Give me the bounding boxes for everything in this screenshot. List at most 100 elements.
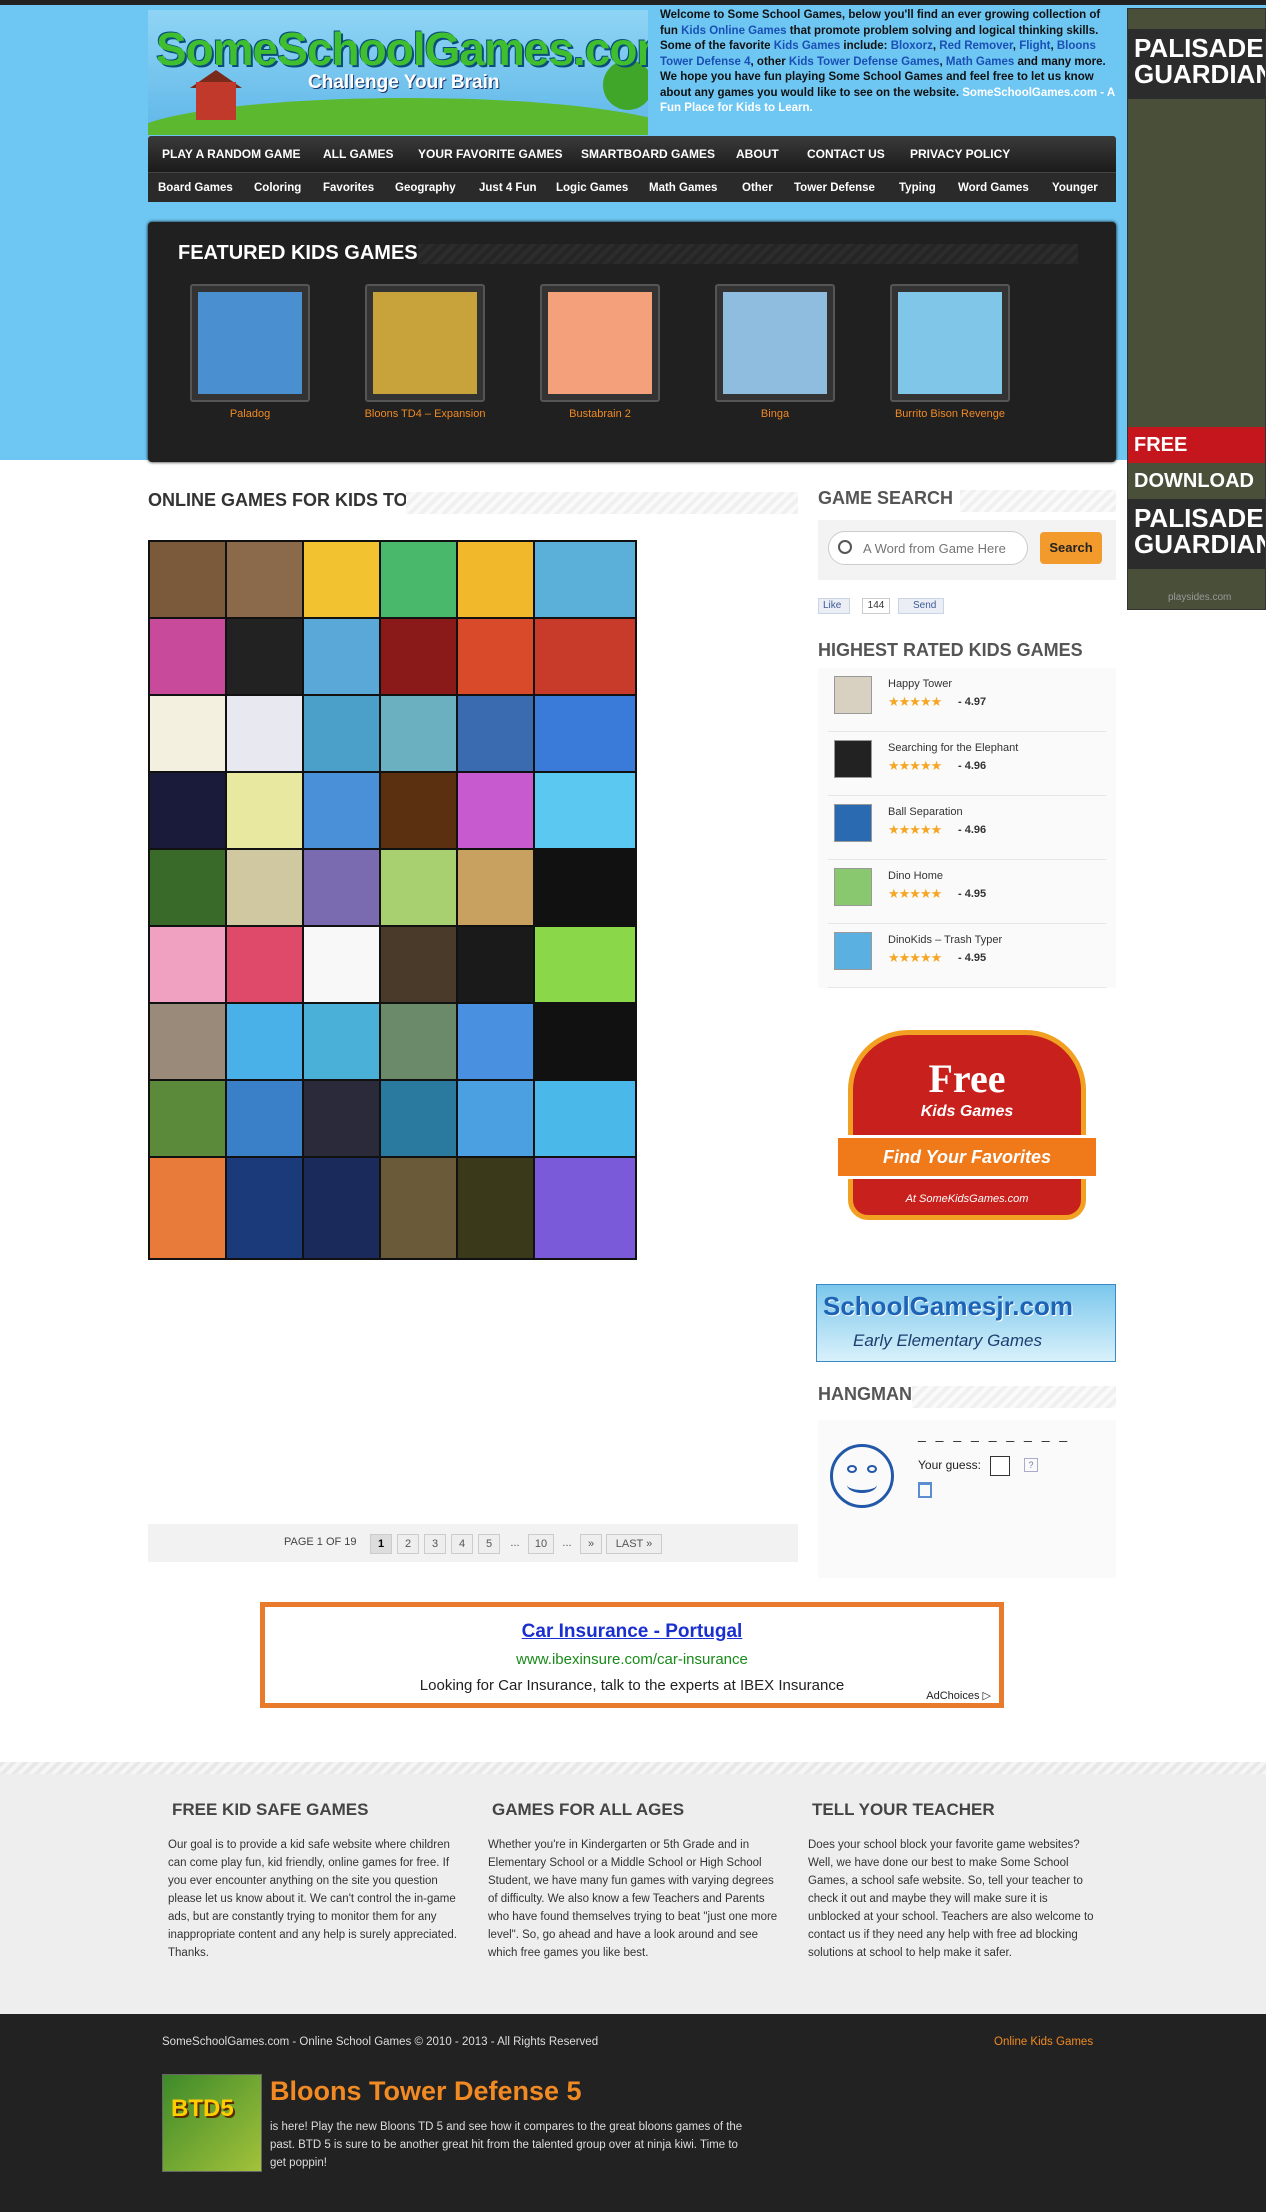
page-indicator: PAGE 1 OF 19 (284, 1536, 357, 1548)
game-thumbnail[interactable] (533, 1156, 637, 1260)
rated-thumbnail[interactable] (834, 740, 872, 778)
featured-label[interactable]: Binga (695, 408, 855, 420)
featured-title: FEATURED KIDS GAMES (178, 242, 418, 264)
cat-other[interactable]: Other (742, 173, 773, 203)
rated-item[interactable]: Dino Home ★★★★★ - 4.95 (828, 860, 1106, 924)
featured-label[interactable]: Bloons TD4 – Expansion (345, 408, 505, 420)
footer-column-body: Whether you're in Kindergarten or 5th Gr… (488, 1839, 778, 1959)
ad-url[interactable]: www.ibexinsure.com/car-insurance (265, 1651, 999, 1668)
cat-geography[interactable]: Geography (395, 173, 456, 203)
featured-item[interactable]: Bustabrain 2 (520, 284, 680, 420)
cat-coloring[interactable]: Coloring (254, 173, 301, 203)
rated-item[interactable]: Searching for the Elephant ★★★★★ - 4.96 (828, 732, 1106, 796)
rated-score: - 4.95 (958, 888, 987, 900)
rated-name[interactable]: Searching for the Elephant (888, 742, 1018, 754)
page-2[interactable]: 2 (397, 1534, 419, 1554)
cat-tower-defense[interactable]: Tower Defense (794, 173, 875, 203)
page-next[interactable]: » (580, 1534, 602, 1554)
rated-name[interactable]: Ball Separation (888, 806, 963, 818)
ad-source[interactable]: playsides.com (1168, 592, 1231, 603)
nav-all-games[interactable]: ALL GAMES (323, 136, 393, 172)
free-kids-games-ad[interactable]: Free Kids Games Find Your Favorites At S… (818, 1010, 1116, 1258)
cat-typing[interactable]: Typing (899, 173, 936, 203)
link-tower-defense[interactable]: Kids Tower Defense Games (789, 56, 940, 68)
school-games-jr-ad[interactable]: SchoolGamesjr.com Early Elementary Games (816, 1284, 1116, 1362)
cat-word-games[interactable]: Word Games (958, 173, 1029, 203)
cat-just-4-fun[interactable]: Just 4 Fun (479, 173, 537, 203)
nav-random-game[interactable]: PLAY A RANDOM GAME (162, 136, 300, 172)
hangman-blanks: _ _ _ _ _ _ _ _ _ (918, 1426, 1071, 1442)
page-10[interactable]: 10 (528, 1534, 554, 1554)
facebook-like-button[interactable]: Like (818, 598, 850, 614)
link-red-remover[interactable]: Red Remover (939, 40, 1013, 52)
page-last[interactable]: LAST » (606, 1534, 662, 1554)
site-logo[interactable]: SomeSchoolGames.com Challenge Your Brain (148, 10, 648, 135)
ad-badge[interactable]: Free Kids Games Find Your Favorites At S… (835, 1030, 1099, 1220)
nav-about[interactable]: ABOUT (736, 136, 779, 172)
adchoices-link[interactable]: AdChoices ▷ (926, 1689, 991, 1702)
rated-score: - 4.96 (958, 760, 987, 772)
nav-privacy-policy[interactable]: PRIVACY POLICY (910, 136, 1010, 172)
featured-label[interactable]: Burrito Bison Revenge (870, 408, 1030, 420)
text-ad[interactable]: Car Insurance - Portugal www.ibexinsure.… (260, 1602, 1004, 1708)
link-bloxorz[interactable]: Bloxorz (891, 40, 933, 52)
help-icon[interactable]: ? (1024, 1458, 1038, 1472)
trash-icon[interactable] (918, 1482, 932, 1498)
link-math-games[interactable]: Math Games (946, 56, 1014, 68)
thumbnail-image (198, 292, 302, 394)
nav-favorite-games[interactable]: YOUR FAVORITE GAMES (418, 136, 562, 172)
game-thumbnail[interactable] (365, 284, 485, 402)
cat-math-games[interactable]: Math Games (649, 173, 717, 203)
nav-smartboard-games[interactable]: SMARTBOARD GAMES (581, 136, 715, 172)
rated-name[interactable]: Dino Home (888, 870, 943, 882)
rated-item[interactable]: Happy Tower ★★★★★ - 4.97 (828, 668, 1106, 732)
nav-contact-us[interactable]: CONTACT US (807, 136, 885, 172)
featured-item[interactable]: Binga (695, 284, 855, 420)
rated-thumbnail[interactable] (834, 868, 872, 906)
featured-item[interactable]: Bloons TD4 – Expansion (345, 284, 505, 420)
rated-thumbnail[interactable] (834, 676, 872, 714)
intro-text: Welcome to Some School Games, below you'… (660, 8, 1115, 117)
game-thumbnail[interactable] (190, 284, 310, 402)
page-ellipsis: ... (562, 1537, 572, 1549)
cat-board-games[interactable]: Board Games (158, 173, 233, 203)
featured-item[interactable]: Paladog (170, 284, 330, 420)
btd5-title[interactable]: Bloons Tower Defense 5 (270, 2076, 582, 2107)
featured-label[interactable]: Paladog (170, 408, 330, 420)
page-1[interactable]: 1 (370, 1534, 392, 1554)
rated-thumbnail[interactable] (834, 932, 872, 970)
star-rating: ★★★★★ (888, 886, 942, 901)
ad-download-button[interactable]: FREE DOWNLOAD (1128, 427, 1265, 492)
game-thumbnail[interactable] (715, 284, 835, 402)
link-flight[interactable]: Flight (1019, 40, 1050, 52)
search-input[interactable] (828, 531, 1028, 565)
btd5-thumbnail[interactable]: BTD5 (162, 2074, 262, 2172)
rated-item[interactable]: Ball Separation ★★★★★ - 4.96 (828, 796, 1106, 860)
footer-link[interactable]: Online Kids Games (994, 2036, 1093, 2048)
rated-name[interactable]: Happy Tower (888, 678, 952, 690)
rated-name[interactable]: DinoKids – Trash Typer (888, 934, 1002, 946)
cat-younger[interactable]: Younger (1052, 173, 1098, 203)
page-4[interactable]: 4 (451, 1534, 473, 1554)
game-thumbnail[interactable] (540, 284, 660, 402)
link-kids-games[interactable]: Kids Games (774, 40, 840, 52)
page-3[interactable]: 3 (424, 1534, 446, 1554)
rated-item[interactable]: DinoKids – Trash Typer ★★★★★ - 4.95 (828, 924, 1106, 988)
link-kids-online-games[interactable]: Kids Online Games (681, 25, 786, 37)
game-thumbnail[interactable] (890, 284, 1010, 402)
ad-title: Free (928, 1056, 1006, 1101)
hangman-title: HANGMAN (818, 1384, 912, 1404)
rated-thumbnail[interactable] (834, 804, 872, 842)
right-banner-ad[interactable]: PALISADE GUARDIAN FREE DOWNLOAD PALISADE… (1127, 8, 1266, 610)
page-5[interactable]: 5 (478, 1534, 500, 1554)
pagination: PAGE 1 OF 19 1 2 3 4 5 ... 10 ... » LAST… (148, 1524, 798, 1562)
facebook-send-button[interactable]: Send (898, 598, 944, 614)
cat-logic-games[interactable]: Logic Games (556, 173, 628, 203)
featured-item[interactable]: Burrito Bison Revenge (870, 284, 1030, 420)
cat-favorites[interactable]: Favorites (323, 173, 374, 203)
ad-title-link[interactable]: Car Insurance - Portugal (265, 1621, 999, 1643)
rated-score: - 4.96 (958, 824, 987, 836)
featured-label[interactable]: Bustabrain 2 (520, 408, 680, 420)
guess-input[interactable] (990, 1456, 1010, 1476)
search-button[interactable]: Search (1040, 532, 1102, 564)
